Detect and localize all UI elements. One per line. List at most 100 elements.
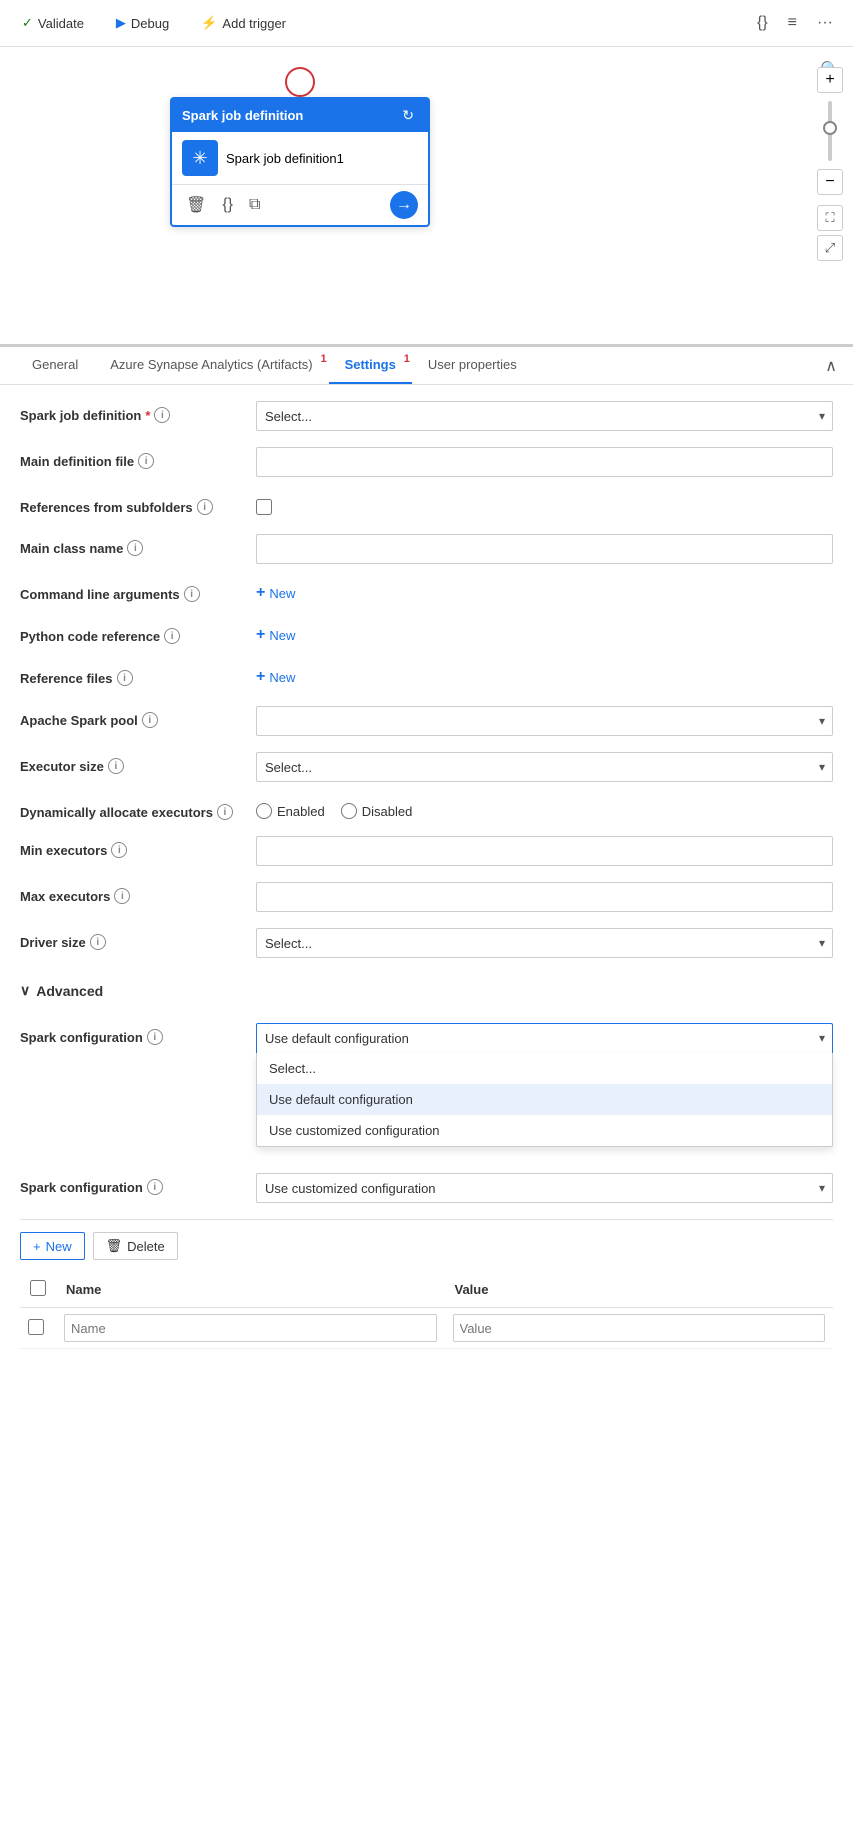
refs-subfolders-label: References from subfolders i <box>20 493 240 515</box>
refs-subfolders-checkbox[interactable] <box>256 499 272 515</box>
table-new-button[interactable]: + New <box>20 1232 85 1260</box>
code-icon-button[interactable]: {} <box>753 10 772 36</box>
zoom-in-button[interactable]: + <box>817 67 843 93</box>
cmd-args-info-icon[interactable]: i <box>184 586 200 602</box>
min-exec-info-icon[interactable]: i <box>111 842 127 858</box>
table-delete-button[interactable]: 🗑 Delete <box>93 1232 178 1260</box>
min-executors-row: Min executors i <box>20 836 833 866</box>
ref-files-info-icon[interactable]: i <box>117 670 133 686</box>
fit-screen-button[interactable]: ⛶ <box>817 205 843 231</box>
collapse-panel-button[interactable]: ∧ <box>825 356 837 376</box>
expand-button[interactable]: ⤢ <box>817 235 843 261</box>
main-def-file-row: Main definition file i <box>20 447 833 477</box>
spark-job-def-select[interactable]: Select... <box>256 401 833 431</box>
value-column-header: Value <box>445 1272 834 1308</box>
tab-artifacts-badge: 1 <box>320 353 326 365</box>
enabled-radio[interactable] <box>256 803 272 819</box>
cmd-args-plus-icon: + <box>256 584 265 602</box>
node-delete-button[interactable]: 🗑 <box>182 193 210 217</box>
executor-size-label: Executor size i <box>20 752 240 774</box>
more-icon-button[interactable]: ··· <box>813 10 837 36</box>
spark-config-row: Spark configuration i Use default config… <box>20 1023 833 1053</box>
spark-job-def-info-icon[interactable]: i <box>154 407 170 423</box>
row-checkbox[interactable] <box>28 1319 44 1335</box>
enabled-radio-label[interactable]: Enabled <box>256 803 325 819</box>
list-icon-button[interactable]: ≡ <box>784 10 801 36</box>
dropdown-item-custom[interactable]: Use customized configuration <box>257 1115 832 1146</box>
add-trigger-button[interactable]: ⚡ Add trigger <box>195 11 292 35</box>
spark-node-title: Spark job definition <box>182 108 303 123</box>
debug-button[interactable]: ▶ Debug <box>110 11 175 35</box>
python-plus-icon: + <box>256 626 265 644</box>
executor-size-select-wrapper: Select... ▾ <box>256 752 833 782</box>
refs-subfolders-checkbox-wrapper <box>256 493 272 518</box>
cmd-args-new-button[interactable]: + New <box>256 580 295 606</box>
table-divider <box>20 1219 833 1220</box>
trigger-icon: ⚡ <box>201 15 217 31</box>
dyn-alloc-info-icon[interactable]: i <box>217 804 233 820</box>
dropdown-item-select[interactable]: Select... <box>257 1053 832 1084</box>
name-column-header: Name <box>56 1272 445 1308</box>
executor-size-info-icon[interactable]: i <box>108 758 124 774</box>
name-input[interactable] <box>64 1314 437 1342</box>
debug-label: Debug <box>131 16 169 31</box>
dropdown-item-default[interactable]: Use default configuration <box>257 1084 832 1115</box>
zoom-out-button[interactable]: − <box>817 169 843 195</box>
executor-size-row: Executor size i Select... ▾ <box>20 752 833 782</box>
driver-size-info-icon[interactable]: i <box>90 934 106 950</box>
max-exec-info-icon[interactable]: i <box>114 888 130 904</box>
table-delete-label: Delete <box>127 1239 165 1254</box>
table-row <box>20 1308 833 1349</box>
validate-button[interactable]: ✓ Validate <box>16 11 90 35</box>
cmd-args-row: Command line arguments i + New <box>20 580 833 606</box>
python-new-label: New <box>269 628 295 643</box>
main-class-name-input[interactable] <box>256 534 833 564</box>
advanced-collapse-icon: ∨ <box>20 982 30 999</box>
cmd-args-new-label: New <box>269 586 295 601</box>
advanced-label: Advanced <box>36 983 103 999</box>
tab-settings[interactable]: Settings 1 <box>329 347 412 384</box>
value-input[interactable] <box>453 1314 826 1342</box>
executor-size-select[interactable]: Select... <box>256 752 833 782</box>
driver-size-select[interactable]: Select... <box>256 928 833 958</box>
main-def-file-input[interactable] <box>256 447 833 477</box>
spark-config-info-icon[interactable]: i <box>147 1029 163 1045</box>
tab-general[interactable]: General <box>16 347 94 384</box>
table-actions: + New 🗑 Delete <box>20 1232 833 1260</box>
main-class-info-icon[interactable]: i <box>127 540 143 556</box>
main-def-info-icon[interactable]: i <box>138 453 154 469</box>
tabs-bar: General Azure Synapse Analytics (Artifac… <box>0 347 853 385</box>
table-new-plus-icon: + <box>33 1239 41 1254</box>
refs-subfolders-info-icon[interactable]: i <box>197 499 213 515</box>
ref-files-plus-icon: + <box>256 668 265 686</box>
spark-config2-select[interactable]: Use customized configuration Use default… <box>256 1173 833 1203</box>
advanced-header[interactable]: ∨ Advanced <box>20 974 833 1007</box>
python-code-ref-row: Python code reference i + New <box>20 622 833 648</box>
tab-user-properties[interactable]: User properties <box>412 347 533 384</box>
node-arrow-button[interactable]: → <box>390 191 418 219</box>
disabled-radio-label[interactable]: Disabled <box>341 803 413 819</box>
tab-settings-badge: 1 <box>404 353 410 365</box>
disabled-radio[interactable] <box>341 803 357 819</box>
apache-spark-info-icon[interactable]: i <box>142 712 158 728</box>
apache-spark-pool-select[interactable] <box>256 706 833 736</box>
driver-size-label: Driver size i <box>20 928 240 950</box>
table-section: + New 🗑 Delete Name Value <box>20 1219 833 1349</box>
ref-files-new-button[interactable]: + New <box>256 664 295 690</box>
spark-config2-info-icon[interactable]: i <box>147 1179 163 1195</box>
select-all-checkbox[interactable] <box>30 1280 46 1296</box>
max-executors-input[interactable] <box>256 882 833 912</box>
row-checkbox-cell <box>20 1308 56 1349</box>
spark-node-body: ✳ Spark job definition1 <box>172 132 428 184</box>
dyn-alloc-label: Dynamically allocate executors i <box>20 798 240 820</box>
python-code-ref-new-button[interactable]: + New <box>256 622 295 648</box>
python-code-info-icon[interactable]: i <box>164 628 180 644</box>
spark-config2-row: Spark configuration i Use customized con… <box>20 1173 833 1203</box>
node-refresh-button[interactable]: ↻ <box>398 105 418 126</box>
node-code-button[interactable]: {} <box>218 194 237 216</box>
node-copy-button[interactable]: ⧉ <box>245 194 264 216</box>
spark-config2-select-wrapper: Use customized configuration Use default… <box>256 1173 833 1203</box>
min-executors-input[interactable] <box>256 836 833 866</box>
tab-artifacts[interactable]: Azure Synapse Analytics (Artifacts) 1 <box>94 347 328 384</box>
spark-config-select[interactable]: Use default configuration Select... Use … <box>256 1023 833 1053</box>
